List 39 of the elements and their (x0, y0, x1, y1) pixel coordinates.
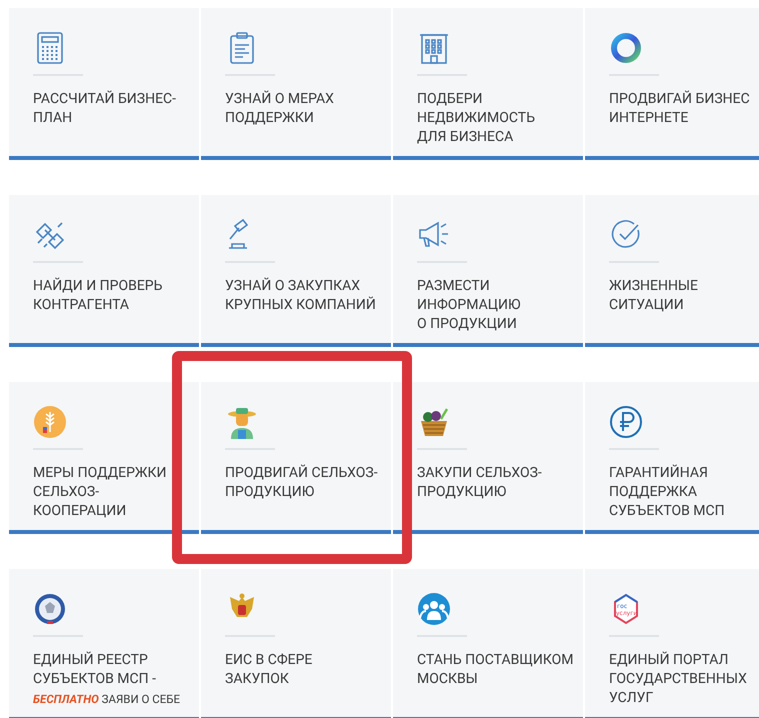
card-title: ЗАКУПИ СЕЛЬХОЗ- ПРОДУКЦИЮ (417, 464, 543, 502)
card-title: ПРОДВИГАЙ БИЗНЕС ИНТЕРНЕТЕ (609, 90, 751, 128)
service-card[interactable]: ПОДБЕРИ НЕДВИЖИМОСТЬ ДЛЯ БИЗНЕСА (393, 8, 583, 160)
service-card[interactable]: МЕРЫ ПОДДЕРЖКИ СЕЛЬХОЗ- КООПЕРАЦИИ (9, 382, 199, 534)
service-card[interactable]: УЗНАЙ О ЗАКУПКАХ КРУПНЫХ КОМПАНИЙ (201, 195, 391, 347)
card-title: ПРОДВИГАЙ СЕЛЬХОЗ- ПРОДУКЦИЮ (225, 464, 379, 502)
card-title: УЗНАЙ О ЗАКУПКАХ КРУПНЫХ КОМПАНИЙ (225, 277, 377, 315)
card-title: ПОДБЕРИ НЕДВИЖИМОСТЬ ДЛЯ БИЗНЕСА (417, 90, 536, 147)
card-title: МЕРЫ ПОДДЕРЖКИ СЕЛЬХОЗ- КООПЕРАЦИИ (33, 464, 168, 521)
service-card[interactable]: ГАРАНТИЙНАЯ ПОДДЕРЖКА СУБЪЕКТОВ МСП (585, 382, 759, 534)
card-title: СТАНЬ ПОСТАВЩИКОМ МОСКВЫ (417, 651, 574, 689)
ring-icon (609, 31, 643, 65)
ruble-icon (609, 405, 643, 439)
card-title: НАЙДИ И ПРОВЕРЬ КОНТРАГЕНТА (33, 277, 164, 315)
people-icon (417, 592, 451, 626)
building-icon (417, 31, 451, 65)
service-card[interactable]: ЕИС В СФЕРЕ ЗАКУПОК (201, 569, 391, 718)
card-title: ЕИС В СФЕРЕ ЗАКУПОК (225, 651, 314, 689)
service-card[interactable]: ЗАКУПИ СЕЛЬХОЗ- ПРОДУКЦИЮ (393, 382, 583, 534)
service-card[interactable]: ПРОДВИГАЙ БИЗНЕС ИНТЕРНЕТЕ (585, 8, 759, 160)
card-title: РАССЧИТАЙ БИЗНЕС- ПЛАН (33, 90, 178, 128)
card-title: ЖИЗНЕННЫЕ СИТУАЦИИ (609, 277, 699, 315)
card-title: РАЗМЕСТИ ИНФОРМАЦИЮ О ПРОДУКЦИИ (417, 277, 522, 334)
wheat-emblem-icon (33, 405, 67, 439)
service-card[interactable]: РАЗМЕСТИ ИНФОРМАЦИЮ О ПРОДУКЦИИ (393, 195, 583, 347)
card-title: ЕДИНЫЙ РЕЕСТР СУБЪЕКТОВ МСП - (33, 651, 157, 689)
card-title: ГАРАНТИЙНАЯ ПОДДЕРЖКА СУБЪЕКТОВ МСП (609, 464, 726, 521)
farmer-icon (225, 405, 259, 439)
card-title: ЕДИНЫЙ ПОРТАЛ ГОСУДАРСТВЕННЫХ УСЛУГ (609, 651, 748, 708)
service-card[interactable]: РАССЧИТАЙ БИЗНЕС- ПЛАН (9, 8, 199, 160)
card-title: УЗНАЙ О МЕРАХ ПОДДЕРЖКИ (225, 90, 335, 128)
round-emblem-icon (33, 592, 67, 626)
card-note: БЕСПЛАТНО ЗАЯВИ О СЕБЕ (33, 691, 182, 707)
service-card[interactable]: СТАНЬ ПОСТАВЩИКОМ МОСКВЫ (393, 569, 583, 718)
service-card[interactable]: ПРОДВИГАЙ СЕЛЬХОЗ- ПРОДУКЦИЮ (201, 382, 391, 534)
service-card[interactable]: НАЙДИ И ПРОВЕРЬ КОНТРАГЕНТА (9, 195, 199, 347)
service-card[interactable]: ЕДИНЫЙ РЕЕСТР СУБЪЕКТОВ МСП - БЕСПЛАТНО ЗАЯВИ О СЕБЕ (9, 569, 199, 718)
service-card[interactable]: ЖИЗНЕННЫЕ СИТУАЦИИ (585, 195, 759, 347)
service-card[interactable]: УЗНАЙ О МЕРАХ ПОДДЕРЖКИ (201, 8, 391, 160)
